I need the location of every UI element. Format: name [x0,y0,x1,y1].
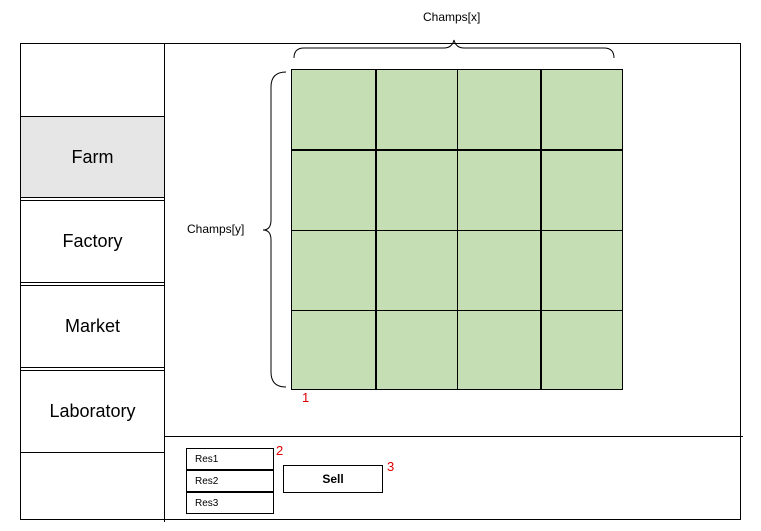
marker-2: 2 [276,443,284,458]
marker-3: 3 [387,459,395,474]
grid-line [292,149,622,151]
resource-item-res3[interactable]: Res3 [186,492,274,514]
field-grid [291,69,623,390]
sell-button[interactable]: Sell [283,465,383,493]
marker-1: 1 [302,390,310,405]
grid-label-x: Champs[x] [423,10,481,24]
grid-line [292,310,622,311]
resource-label: Res3 [195,497,219,509]
brace-y [262,71,287,388]
grid-label-y: Champs[y] [187,222,245,236]
grid-line [292,230,622,231]
resource-label: Res2 [195,475,219,487]
resource-item-res1[interactable]: Res1 [186,448,274,470]
resource-label: Res1 [195,453,219,465]
resource-item-res2[interactable]: Res2 [186,470,274,492]
brace-x [293,39,615,59]
